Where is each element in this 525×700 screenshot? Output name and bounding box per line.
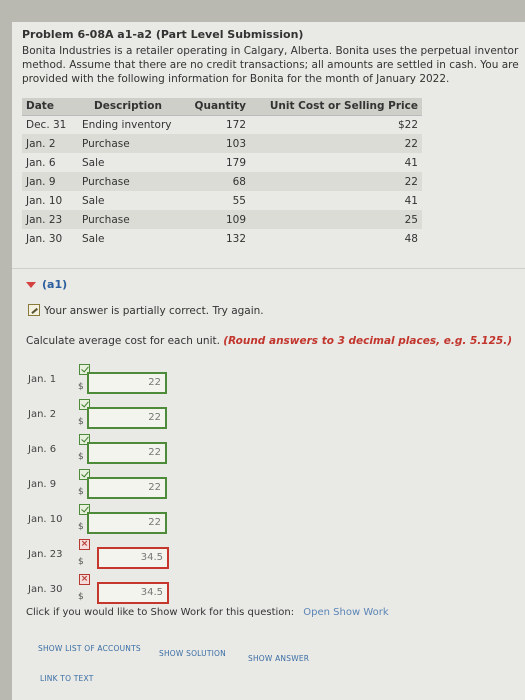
currency-symbol: $ xyxy=(78,592,84,602)
table-row: Jan. 23 Purchase 109 25 xyxy=(22,210,422,229)
cell-unit-cost: 48 xyxy=(404,232,418,245)
problem-page: Problem 6-08A a1-a2 (Part Level Submissi… xyxy=(12,22,525,700)
section-divider xyxy=(12,268,525,269)
cell-quantity: 55 xyxy=(232,194,246,207)
cell-quantity: 179 xyxy=(225,156,246,169)
link-to-text-button[interactable]: LINK TO TEXT xyxy=(40,674,93,683)
problem-intro: Bonita Industries is a retailer operatin… xyxy=(22,44,525,86)
currency-symbol: $ xyxy=(78,557,84,567)
show-list-of-accounts-button[interactable]: SHOW LIST OF ACCOUNTS xyxy=(38,644,141,653)
answer-row: Jan. 30 × $ 34.5 xyxy=(12,574,312,610)
cell-quantity: 103 xyxy=(178,134,250,153)
cell-date: Jan. 9 xyxy=(22,172,78,191)
table-row: Jan. 6 Sale 179 41 xyxy=(22,153,422,172)
cell-date: Jan. 10 xyxy=(26,194,63,207)
currency-symbol: $ xyxy=(78,487,84,497)
question-prompt: Calculate average cost for each unit. (R… xyxy=(26,335,512,347)
col-quantity: Quantity xyxy=(178,98,250,116)
answer-date: Jan. 1 xyxy=(28,374,57,385)
x-mark-icon: × xyxy=(79,574,90,585)
average-cost-input[interactable]: 22 xyxy=(87,512,167,534)
answer-date: Jan. 10 xyxy=(28,514,63,525)
answer-row: Jan. 10 $ 22 xyxy=(12,504,312,540)
cell-date: Dec. 31 xyxy=(26,118,67,131)
table-row: Jan. 10 Sale 55 41 xyxy=(22,191,422,210)
cell-quantity: 132 xyxy=(225,232,246,245)
answer-date: Jan. 6 xyxy=(28,444,57,455)
answer-row: Jan. 23 × $ 34.5 xyxy=(12,539,312,575)
answer-date: Jan. 30 xyxy=(28,584,63,595)
intro-line: Bonita Industries is a retailer operatin… xyxy=(22,45,519,57)
cell-quantity: 109 xyxy=(178,210,250,229)
answer-row: Jan. 9 $ 22 xyxy=(12,469,312,505)
problem-title: Problem 6-08A a1-a2 (Part Level Submissi… xyxy=(22,28,304,41)
cell-unit-cost: $22 xyxy=(397,118,418,131)
table-row: Dec. 31 Ending inventory 172 $22 xyxy=(22,115,422,134)
col-date: Date xyxy=(22,98,78,116)
x-mark-icon: × xyxy=(79,539,90,550)
cell-description: Purchase xyxy=(78,172,178,191)
cell-description: Purchase xyxy=(78,210,178,229)
intro-line: provided with the following information … xyxy=(22,73,450,85)
section-label: (a1) xyxy=(42,278,68,291)
col-description: Description xyxy=(78,98,178,116)
cell-date: Jan. 6 xyxy=(26,156,56,169)
currency-symbol: $ xyxy=(78,522,84,532)
average-cost-input[interactable]: 22 xyxy=(87,407,167,429)
average-cost-input[interactable]: 22 xyxy=(87,372,167,394)
partially-correct-icon xyxy=(28,304,40,316)
table-row: Jan. 2 Purchase 103 22 xyxy=(22,134,422,153)
cell-date: Jan. 30 xyxy=(26,232,63,245)
answer-status: Your answer is partially correct. Try ag… xyxy=(28,304,264,317)
cell-unit-cost: 22 xyxy=(250,172,422,191)
answer-row: Jan. 1 $ 22 xyxy=(12,364,312,400)
cell-description: Purchase xyxy=(78,134,178,153)
cell-description: Sale xyxy=(82,156,105,169)
cell-date: Jan. 23 xyxy=(22,210,78,229)
intro-line: method. Assume that there are no credit … xyxy=(22,59,519,71)
answer-row: Jan. 6 $ 22 xyxy=(12,434,312,470)
answer-status-text: Your answer is partially correct. Try ag… xyxy=(44,305,264,317)
answer-date: Jan. 23 xyxy=(28,549,63,560)
show-work-prompt: Click if you would like to Show Work for… xyxy=(26,607,389,618)
section-toggle-a1[interactable]: (a1) xyxy=(26,278,67,291)
average-cost-input[interactable]: 34.5 xyxy=(97,582,169,604)
show-answer-button[interactable]: SHOW ANSWER xyxy=(248,654,309,663)
answer-date: Jan. 9 xyxy=(28,479,57,490)
table-row: Jan. 9 Purchase 68 22 xyxy=(22,172,422,191)
table-row: Jan. 30 Sale 132 48 xyxy=(22,229,422,248)
cell-description: Ending inventory xyxy=(82,118,172,131)
cell-date: Jan. 2 xyxy=(22,134,78,153)
show-work-text: Click if you would like to Show Work for… xyxy=(26,607,295,618)
average-cost-input[interactable]: 22 xyxy=(87,477,167,499)
answer-date: Jan. 2 xyxy=(28,409,57,420)
cell-quantity: 172 xyxy=(225,118,246,131)
col-unit-cost: Unit Cost or Selling Price xyxy=(250,98,422,116)
average-cost-input[interactable]: 34.5 xyxy=(97,547,169,569)
open-show-work-link[interactable]: Open Show Work xyxy=(303,607,388,618)
caret-down-icon xyxy=(26,282,36,288)
cell-description: Sale xyxy=(82,232,105,245)
cell-unit-cost: 41 xyxy=(404,156,418,169)
inventory-table: Date Description Quantity Unit Cost or S… xyxy=(22,98,422,248)
currency-symbol: $ xyxy=(78,452,84,462)
cell-quantity: 68 xyxy=(178,172,250,191)
currency-symbol: $ xyxy=(78,382,84,392)
cell-description: Sale xyxy=(82,194,105,207)
currency-symbol: $ xyxy=(78,417,84,427)
show-solution-button[interactable]: SHOW SOLUTION xyxy=(159,649,226,658)
average-cost-input[interactable]: 22 xyxy=(87,442,167,464)
table-header-row: Date Description Quantity Unit Cost or S… xyxy=(22,98,422,116)
answer-row: Jan. 2 $ 22 xyxy=(12,399,312,435)
cell-unit-cost: 41 xyxy=(404,194,418,207)
cell-unit-cost: 22 xyxy=(250,134,422,153)
prompt-text: Calculate average cost for each unit. xyxy=(26,335,220,347)
cell-unit-cost: 25 xyxy=(250,210,422,229)
rounding-hint: (Round answers to 3 decimal places, e.g.… xyxy=(223,335,512,347)
